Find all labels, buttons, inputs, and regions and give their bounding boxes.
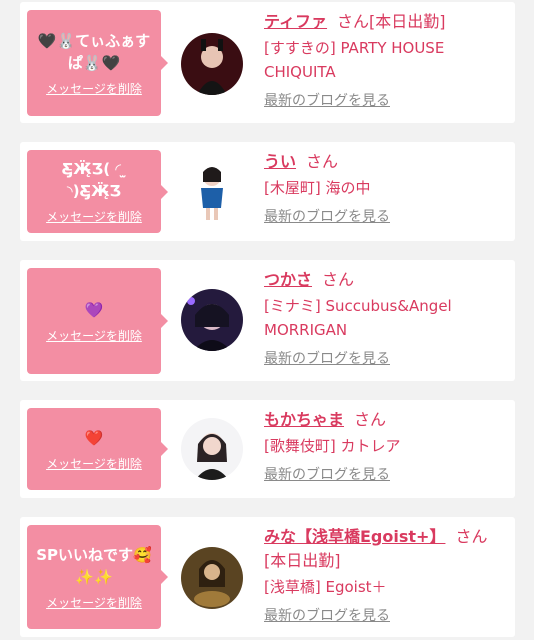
avatar[interactable] xyxy=(181,547,243,609)
avatar[interactable] xyxy=(181,33,243,95)
shop-info: [ミナミ] Succubus&Angel MORRIGAN xyxy=(264,297,452,339)
honorific-status: さん xyxy=(354,410,387,429)
message-bubble: Ƹ̵̡Ӝ̵̨̄Ʒ( ◜ ̫ ◝)Ƹ̵̡Ӝ̵̨̄Ʒ メッセージを削除 xyxy=(27,150,168,233)
delete-message-link[interactable]: メッセージを削除 xyxy=(46,208,142,225)
message-card: SPいいねです🥰✨✨ メッセージを削除 みな【浅草橋Egoist+】 さん[本日出… xyxy=(20,517,515,637)
shop-info: [浅草橋] Egoist＋ xyxy=(264,578,387,596)
shop-info: [木屋町] 海の中 xyxy=(264,179,371,197)
message-text: Ƹ̵̡Ӝ̵̨̄Ʒ( ◜ ̫ ◝)Ƹ̵̡Ӝ̵̨̄Ʒ xyxy=(61,160,127,200)
cast-name-link[interactable]: みな【浅草橋Egoist+】 xyxy=(264,527,445,546)
latest-blog-link[interactable]: 最新のブログを見る xyxy=(264,605,390,625)
message-text: 💜 xyxy=(84,300,104,319)
message-bubble: 💜 メッセージを削除 xyxy=(27,268,168,374)
avatar[interactable] xyxy=(181,160,243,222)
shop-info: [すすきの] PARTY HOUSE CHIQUITA xyxy=(264,39,445,81)
latest-blog-link[interactable]: 最新のブログを見る xyxy=(264,348,390,368)
message-card: 💜 メッセージを削除 つかさ さん [ミナミ] Succubus&Angel MO… xyxy=(20,260,515,381)
avatar[interactable] xyxy=(181,418,243,480)
avatar[interactable] xyxy=(181,289,243,351)
shop-info: [歌舞伎町] カトレア xyxy=(264,437,401,455)
message-text: SPいいねです🥰✨✨ xyxy=(36,545,152,586)
message-bubble: SPいいねです🥰✨✨ メッセージを削除 xyxy=(27,525,168,629)
cast-name-link[interactable]: つかさ xyxy=(264,270,312,289)
cast-name-link[interactable]: ティファ xyxy=(264,12,327,31)
message-bubble: ❤️ メッセージを削除 xyxy=(27,408,168,490)
cast-name-link[interactable]: うい xyxy=(264,152,296,171)
message-card: Ƹ̵̡Ӝ̵̨̄Ʒ( ◜ ̫ ◝)Ƹ̵̡Ӝ̵̨̄Ʒ メッセージを削除 うい さん [… xyxy=(20,142,515,241)
latest-blog-link[interactable]: 最新のブログを見る xyxy=(264,90,390,110)
latest-blog-link[interactable]: 最新のブログを見る xyxy=(264,206,390,226)
latest-blog-link[interactable]: 最新のブログを見る xyxy=(264,464,390,484)
message-card: ❤️ メッセージを削除 もかちゃま さん [歌舞伎町] カトレア 最新のブログを見… xyxy=(20,400,515,498)
honorific-status: さん xyxy=(322,270,355,289)
message-text: 🖤🐰てぃふぁすぱ🐰🖤 xyxy=(37,31,151,72)
delete-message-link[interactable]: メッセージを削除 xyxy=(46,327,142,344)
delete-message-link[interactable]: メッセージを削除 xyxy=(46,594,142,611)
delete-message-link[interactable]: メッセージを削除 xyxy=(46,455,142,472)
message-text: ❤️ xyxy=(84,428,104,447)
message-card: 🖤🐰てぃふぁすぱ🐰🖤 メッセージを削除 ティファ さん[本日出勤] [すすきの] … xyxy=(20,2,515,123)
cast-name-link[interactable]: もかちゃま xyxy=(264,410,344,429)
message-bubble: 🖤🐰てぃふぁすぱ🐰🖤 メッセージを削除 xyxy=(27,10,168,116)
honorific-status: さん[本日出勤] xyxy=(337,12,446,31)
honorific-status: さん xyxy=(306,152,339,171)
delete-message-link[interactable]: メッセージを削除 xyxy=(46,80,142,97)
